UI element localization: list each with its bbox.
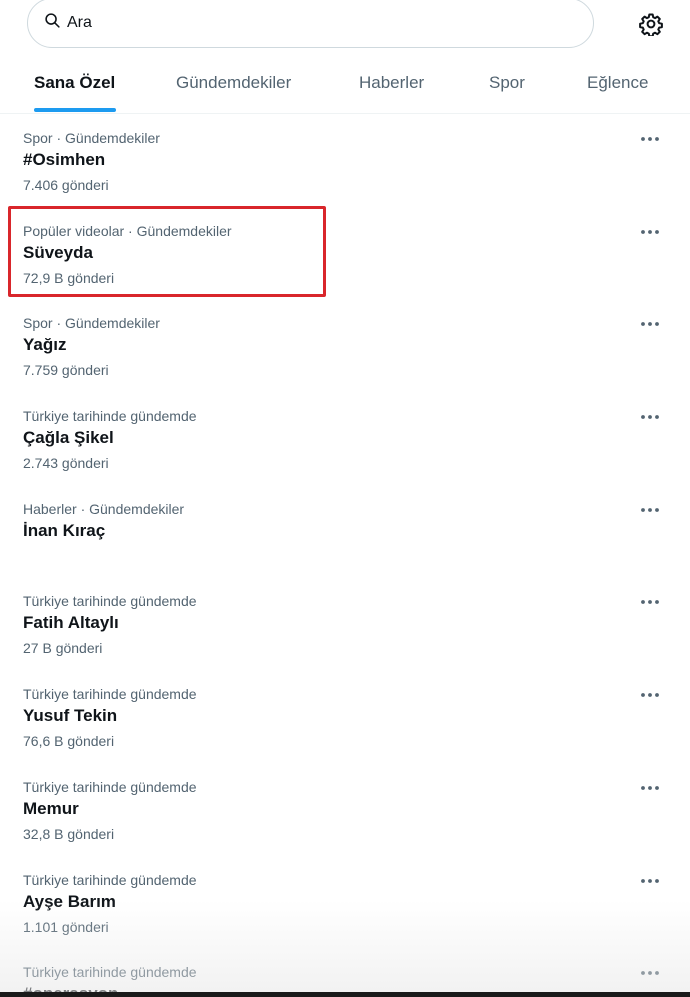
- trend-title: Memur: [23, 798, 79, 818]
- trend-category: Haberler · Gündemdekiler: [23, 500, 185, 517]
- trend-item[interactable]: Spor · Gündemdekiler #Osimhen 7.406 gönd…: [0, 115, 690, 208]
- trend-item[interactable]: Türkiye tarihinde gündemde Memur 32,8 B …: [0, 764, 690, 857]
- trend-list: Spor · Gündemdekiler #Osimhen 7.406 gönd…: [0, 115, 690, 997]
- trend-item[interactable]: Türkiye tarihinde gündemde Yusuf Tekin 7…: [0, 671, 690, 764]
- trend-post-count: 2.743 gönderi: [23, 455, 109, 472]
- trend-post-count: 72,9 B gönderi: [23, 269, 115, 286]
- trend-post-count: 32,8 B gönderi: [23, 825, 115, 842]
- more-horizontal-icon[interactable]: [638, 317, 662, 331]
- more-horizontal-icon[interactable]: [638, 132, 662, 146]
- search-box[interactable]: [27, 0, 594, 48]
- trend-post-count: 7.406 gönderi: [23, 177, 109, 193]
- gear-icon[interactable]: [639, 12, 663, 38]
- more-horizontal-icon[interactable]: [638, 781, 662, 795]
- more-horizontal-icon[interactable]: [638, 874, 662, 888]
- trend-item[interactable]: Türkiye tarihinde gündemde Çağla Şikel 2…: [0, 393, 690, 486]
- trend-item[interactable]: Türkiye tarihinde gündemde Ayşe Barım 1.…: [0, 857, 690, 950]
- trend-category: Türkiye tarihinde gündemde: [23, 778, 197, 795]
- screen-bottom-edge: [0, 992, 690, 997]
- trend-item[interactable]: Spor · Gündemdekiler Yağız 7.759 gönderi: [0, 300, 690, 393]
- trend-post-count: 7.759 gönderi: [23, 362, 109, 379]
- more-horizontal-icon[interactable]: [638, 966, 662, 980]
- trend-title: Yağız: [23, 335, 67, 355]
- trend-post-count: 27 B gönderi: [23, 640, 103, 657]
- trend-category: Türkiye tarihinde gündemde: [23, 593, 197, 610]
- trend-item[interactable]: Türkiye tarihinde gündemde #operasyon: [0, 949, 690, 997]
- trend-title: Ayşe Barım: [23, 891, 116, 911]
- explore-tabs: Sana Özel Gündemdekiler Haberler Spor Eğ…: [0, 58, 690, 114]
- tab-entertainment[interactable]: Eğlence: [587, 58, 648, 114]
- trend-item[interactable]: Türkiye tarihinde gündemde Fatih Altaylı…: [0, 578, 690, 671]
- trend-post-count: 1.101 gönderi: [23, 918, 109, 935]
- trend-title: Fatih Altaylı: [23, 613, 119, 633]
- search-icon: [44, 12, 61, 34]
- more-horizontal-icon[interactable]: [638, 595, 662, 609]
- trend-title: Yusuf Tekin: [23, 706, 118, 726]
- tab-sports[interactable]: Spor: [489, 58, 525, 114]
- trend-category: Türkiye tarihinde gündemde: [23, 408, 197, 425]
- trend-category: Spor · Gündemdekiler: [23, 315, 160, 332]
- trend-item[interactable]: Haberler · Gündemdekiler İnan Kıraç: [0, 486, 690, 579]
- tab-news[interactable]: Haberler: [359, 58, 424, 114]
- active-tab-indicator: [34, 108, 116, 112]
- search-input[interactable]: [67, 14, 547, 32]
- trend-title: Süveyda: [23, 242, 93, 262]
- trend-category: Popüler videolar · Gündemdekiler: [23, 222, 232, 239]
- trend-post-count: 76,6 B gönderi: [23, 733, 115, 750]
- trend-title: Çağla Şikel: [23, 428, 114, 448]
- trend-category: Türkiye tarihinde gündemde: [23, 686, 197, 703]
- trend-title: İnan Kıraç: [23, 520, 106, 540]
- more-horizontal-icon[interactable]: [638, 410, 662, 424]
- top-bar: [0, 0, 690, 50]
- tab-trending[interactable]: Gündemdekiler: [176, 58, 291, 114]
- trend-category: Türkiye tarihinde gündemde: [23, 964, 197, 981]
- trend-title: #Osimhen: [23, 150, 106, 169]
- more-horizontal-icon[interactable]: [638, 225, 662, 239]
- more-horizontal-icon[interactable]: [638, 503, 662, 517]
- trend-category: Spor · Gündemdekiler: [23, 130, 160, 146]
- trend-item[interactable]: Popüler videolar · Gündemdekiler Süveyda…: [0, 208, 690, 301]
- tab-for-you[interactable]: Sana Özel: [34, 58, 115, 114]
- more-horizontal-icon[interactable]: [638, 688, 662, 702]
- trend-category: Türkiye tarihinde gündemde: [23, 871, 197, 888]
